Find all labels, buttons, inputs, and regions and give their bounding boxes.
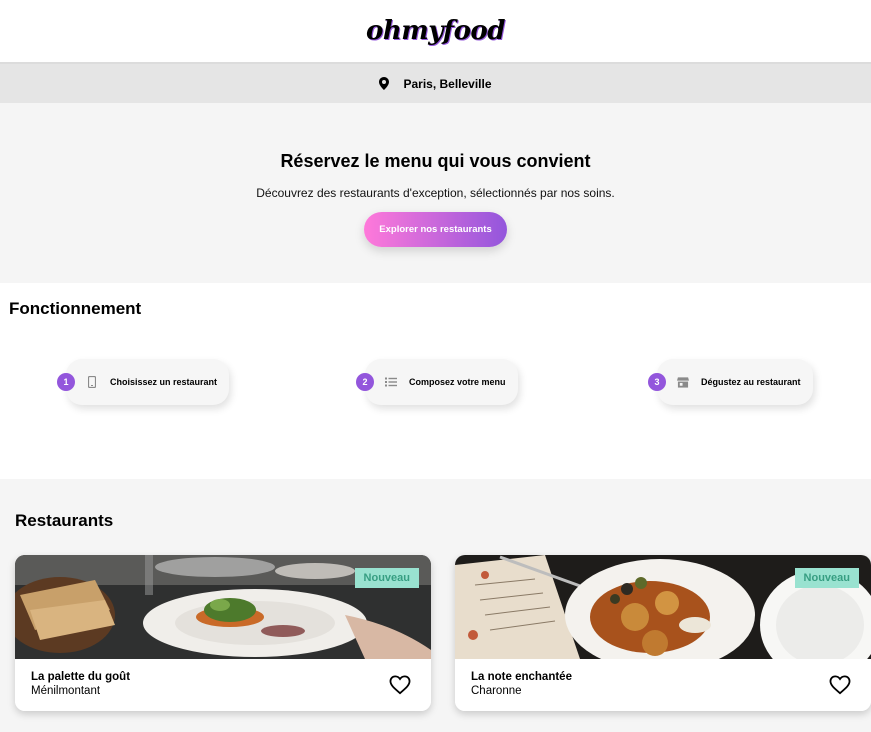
new-badge: Nouveau: [354, 568, 419, 588]
restaurants-section: Restaurants Nouveau La palette du goût M…: [0, 479, 871, 732]
restaurant-area: Charonne: [471, 685, 522, 697]
store-icon: [677, 376, 689, 388]
restaurant-card[interactable]: Nouveau La palette du goût Ménilmontant: [15, 555, 431, 711]
restaurant-info: La note enchantée Charonne: [455, 659, 871, 711]
step-number: 1: [57, 373, 75, 391]
list-icon: [385, 376, 397, 388]
logo[interactable]: ohmyfood: [366, 16, 505, 46]
restaurant-info: La palette du goût Ménilmontant: [15, 659, 431, 711]
location-text: Paris, Belleville: [403, 76, 492, 91]
step-1: 1 Choisissez un restaurant: [57, 359, 230, 405]
mobile-phone-icon: [86, 376, 98, 388]
hero-section: Réservez le menu qui vous convient Décou…: [0, 103, 871, 283]
heart-outline-icon[interactable]: [389, 675, 411, 695]
step-label: Dégustez au restaurant: [701, 377, 801, 387]
restaurant-name: La palette du goût: [31, 671, 131, 683]
site-header: ohmyfood: [0, 0, 871, 62]
step-label: Composez votre menu: [409, 377, 506, 387]
heart-outline-icon[interactable]: [829, 675, 851, 695]
restaurant-area: Ménilmontant: [31, 685, 101, 697]
restaurant-name: La note enchantée: [471, 671, 572, 683]
restaurants-title: Restaurants: [15, 511, 114, 530]
step-number: 3: [648, 373, 666, 391]
hero-subtitle: Découvrez des restaurants d'exception, s…: [256, 186, 615, 200]
explore-restaurants-button[interactable]: Explorer nos restaurants: [364, 212, 507, 247]
step-2: 2 Composez votre menu: [356, 359, 518, 405]
new-badge: Nouveau: [794, 568, 859, 588]
map-pin-icon: [379, 77, 390, 90]
hero-title: Réservez le menu qui vous convient: [280, 151, 591, 171]
step-3: 3 Dégustez au restaurant: [648, 359, 813, 405]
restaurant-card[interactable]: Nouveau La note enchantée Charonne: [455, 555, 871, 711]
step-number: 2: [356, 373, 374, 391]
how-it-works-section: Fonctionnement 1 Choisissez un restauran…: [0, 283, 871, 479]
how-title: Fonctionnement: [9, 299, 142, 318]
step-label: Choisissez un restaurant: [110, 377, 218, 387]
location-bar: Paris, Belleville: [0, 62, 871, 103]
